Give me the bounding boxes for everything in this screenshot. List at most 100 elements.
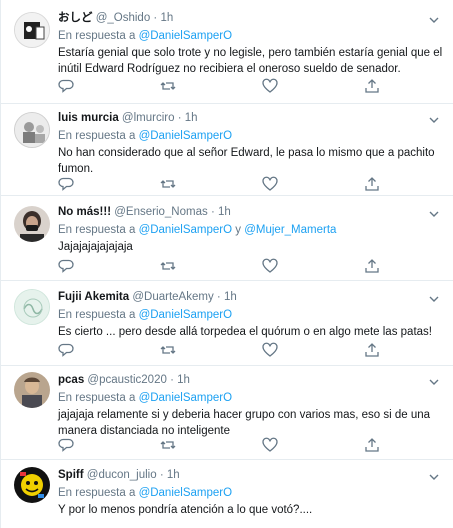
mention-link[interactable]: @DanielSamperO xyxy=(139,392,233,404)
reply-context: En respuesta a @DanielSamperO xyxy=(58,485,444,501)
separator-dot: · xyxy=(153,12,158,24)
tweet[interactable]: pcas @pcaustic2020 · 1h En respuesta a @… xyxy=(1,366,453,460)
tweet-text: No han considerado que al señor Edward, … xyxy=(58,147,435,175)
reply-icon[interactable] xyxy=(58,258,74,274)
username[interactable]: @Enserio_Nomas xyxy=(114,206,208,218)
reply-prefix: En respuesta a xyxy=(58,309,136,321)
username[interactable]: @DuarteAkemy xyxy=(132,291,213,303)
retweet-icon[interactable] xyxy=(160,176,176,192)
tweet-text: Y por lo menos pondría atención a lo que… xyxy=(58,504,313,516)
retweet-icon[interactable] xyxy=(160,437,176,453)
separator-dot: · xyxy=(159,469,164,481)
mention-link[interactable]: @DanielSamperO xyxy=(139,130,233,142)
avatar[interactable] xyxy=(14,467,50,503)
caret-down-icon[interactable] xyxy=(428,114,440,126)
avatar[interactable] xyxy=(14,12,50,48)
display-name[interactable]: Spiff xyxy=(58,469,84,481)
tweet-actions xyxy=(58,342,388,358)
retweet-icon[interactable] xyxy=(160,78,176,94)
caret-down-icon[interactable] xyxy=(428,14,440,26)
tweet[interactable]: おしど @_Oshido · 1h En respuesta a @Daniel… xyxy=(1,0,453,104)
display-name[interactable]: pcas xyxy=(58,374,84,386)
tweet-header: Fujii Akemita @DuarteAkemy · 1h xyxy=(58,288,444,306)
mention-connector: y xyxy=(235,224,242,236)
share-icon[interactable] xyxy=(364,78,380,94)
tweet[interactable]: luis murcia @lmurciro · 1h En respuesta … xyxy=(1,104,453,196)
display-name[interactable]: luis murcia xyxy=(58,112,119,124)
share-icon[interactable] xyxy=(364,258,380,274)
username[interactable]: @ducon_julio xyxy=(87,469,157,481)
caret-down-icon[interactable] xyxy=(428,376,440,388)
mention-link[interactable]: @DanielSamperO xyxy=(139,30,233,42)
like-icon[interactable] xyxy=(262,437,278,453)
timestamp[interactable]: 1h xyxy=(185,112,198,124)
reply-icon[interactable] xyxy=(58,437,74,453)
caret-down-icon[interactable] xyxy=(428,208,440,220)
like-icon[interactable] xyxy=(262,78,278,94)
timestamp[interactable]: 1h xyxy=(224,291,237,303)
reply-icon[interactable] xyxy=(58,78,74,94)
tweet-actions xyxy=(58,176,388,192)
separator-dot: · xyxy=(216,291,221,303)
reply-context: En respuesta a @DanielSamperO xyxy=(58,307,444,323)
tweet[interactable]: Fujii Akemita @DuarteAkemy · 1h En respu… xyxy=(1,281,453,366)
separator-dot: · xyxy=(170,374,174,386)
like-icon[interactable] xyxy=(262,258,278,274)
display-name[interactable]: おしど xyxy=(58,12,93,24)
reply-prefix: En respuesta a xyxy=(58,130,136,142)
tweet-text: jajajaja relamente si y deberia hacer gr… xyxy=(58,409,431,437)
like-icon[interactable] xyxy=(262,176,278,192)
reply-prefix: En respuesta a xyxy=(58,30,136,42)
avatar[interactable] xyxy=(14,112,50,148)
tweet-header: おしど @_Oshido · 1h xyxy=(58,9,444,27)
reply-context: En respuesta a @DanielSamperO y @Mujer_M… xyxy=(58,222,444,238)
tweet-header: pcas @pcaustic2020 · 1h xyxy=(58,371,444,389)
reply-context: En respuesta a @DanielSamperO xyxy=(58,390,444,406)
reply-prefix: En respuesta a xyxy=(58,224,136,236)
tweet-actions xyxy=(58,78,388,94)
reply-prefix: En respuesta a xyxy=(58,392,136,404)
mention-link[interactable]: @Mujer_Mamerta xyxy=(244,224,336,236)
tweet-header: Spiff @ducon_julio · 1h xyxy=(58,466,444,484)
mention-link[interactable]: @DanielSamperO xyxy=(139,309,233,321)
reply-context: En respuesta a @DanielSamperO xyxy=(58,28,444,44)
tweet-text: Jajajajajajajaja xyxy=(58,241,133,253)
tweet-header: No más!!! @Enserio_Nomas · 1h xyxy=(58,203,444,221)
share-icon[interactable] xyxy=(364,342,380,358)
reply-icon[interactable] xyxy=(58,176,74,192)
reply-context: En respuesta a @DanielSamperO xyxy=(58,128,444,144)
share-icon[interactable] xyxy=(364,437,380,453)
separator-dot: · xyxy=(210,206,215,218)
username[interactable]: @_Oshido xyxy=(96,12,151,24)
display-name[interactable]: No más!!! xyxy=(58,206,111,218)
caret-down-icon[interactable] xyxy=(428,471,440,483)
separator-dot: · xyxy=(177,112,182,124)
tweet[interactable]: No más!!! @Enserio_Nomas · 1h En respues… xyxy=(1,196,453,281)
avatar[interactable] xyxy=(14,372,50,408)
tweet-header: luis murcia @lmurciro · 1h xyxy=(58,109,444,127)
tweet-actions xyxy=(58,437,388,453)
retweet-icon[interactable] xyxy=(160,342,176,358)
retweet-icon[interactable] xyxy=(160,258,176,274)
share-icon[interactable] xyxy=(364,176,380,192)
timestamp[interactable]: 1h xyxy=(218,206,231,218)
reply-prefix: En respuesta a xyxy=(58,487,136,499)
tweet-text: Es cierto ... pero desde allá torpedea e… xyxy=(58,326,432,338)
mention-link[interactable]: @DanielSamperO xyxy=(139,487,233,499)
timestamp[interactable]: 1h xyxy=(160,12,173,24)
tweet-actions xyxy=(58,258,388,274)
display-name[interactable]: Fujii Akemita xyxy=(58,291,129,303)
avatar[interactable] xyxy=(14,206,50,242)
mention-link[interactable]: @DanielSamperO xyxy=(139,224,233,236)
avatar[interactable] xyxy=(14,289,50,325)
tweet-text: Estaría genial que solo trote y no legis… xyxy=(58,47,443,75)
username[interactable]: @lmurciro xyxy=(122,112,175,124)
timestamp[interactable]: 1h xyxy=(167,469,180,481)
reply-icon[interactable] xyxy=(58,342,74,358)
like-icon[interactable] xyxy=(262,342,278,358)
username[interactable]: @pcaustic2020 xyxy=(87,374,166,386)
caret-down-icon[interactable] xyxy=(428,293,440,305)
tweet-feed: おしど @_Oshido · 1h En respuesta a @Daniel… xyxy=(0,0,453,528)
timestamp[interactable]: 1h xyxy=(177,374,190,386)
tweet[interactable]: Spiff @ducon_julio · 1h En respuesta a @… xyxy=(1,460,453,528)
